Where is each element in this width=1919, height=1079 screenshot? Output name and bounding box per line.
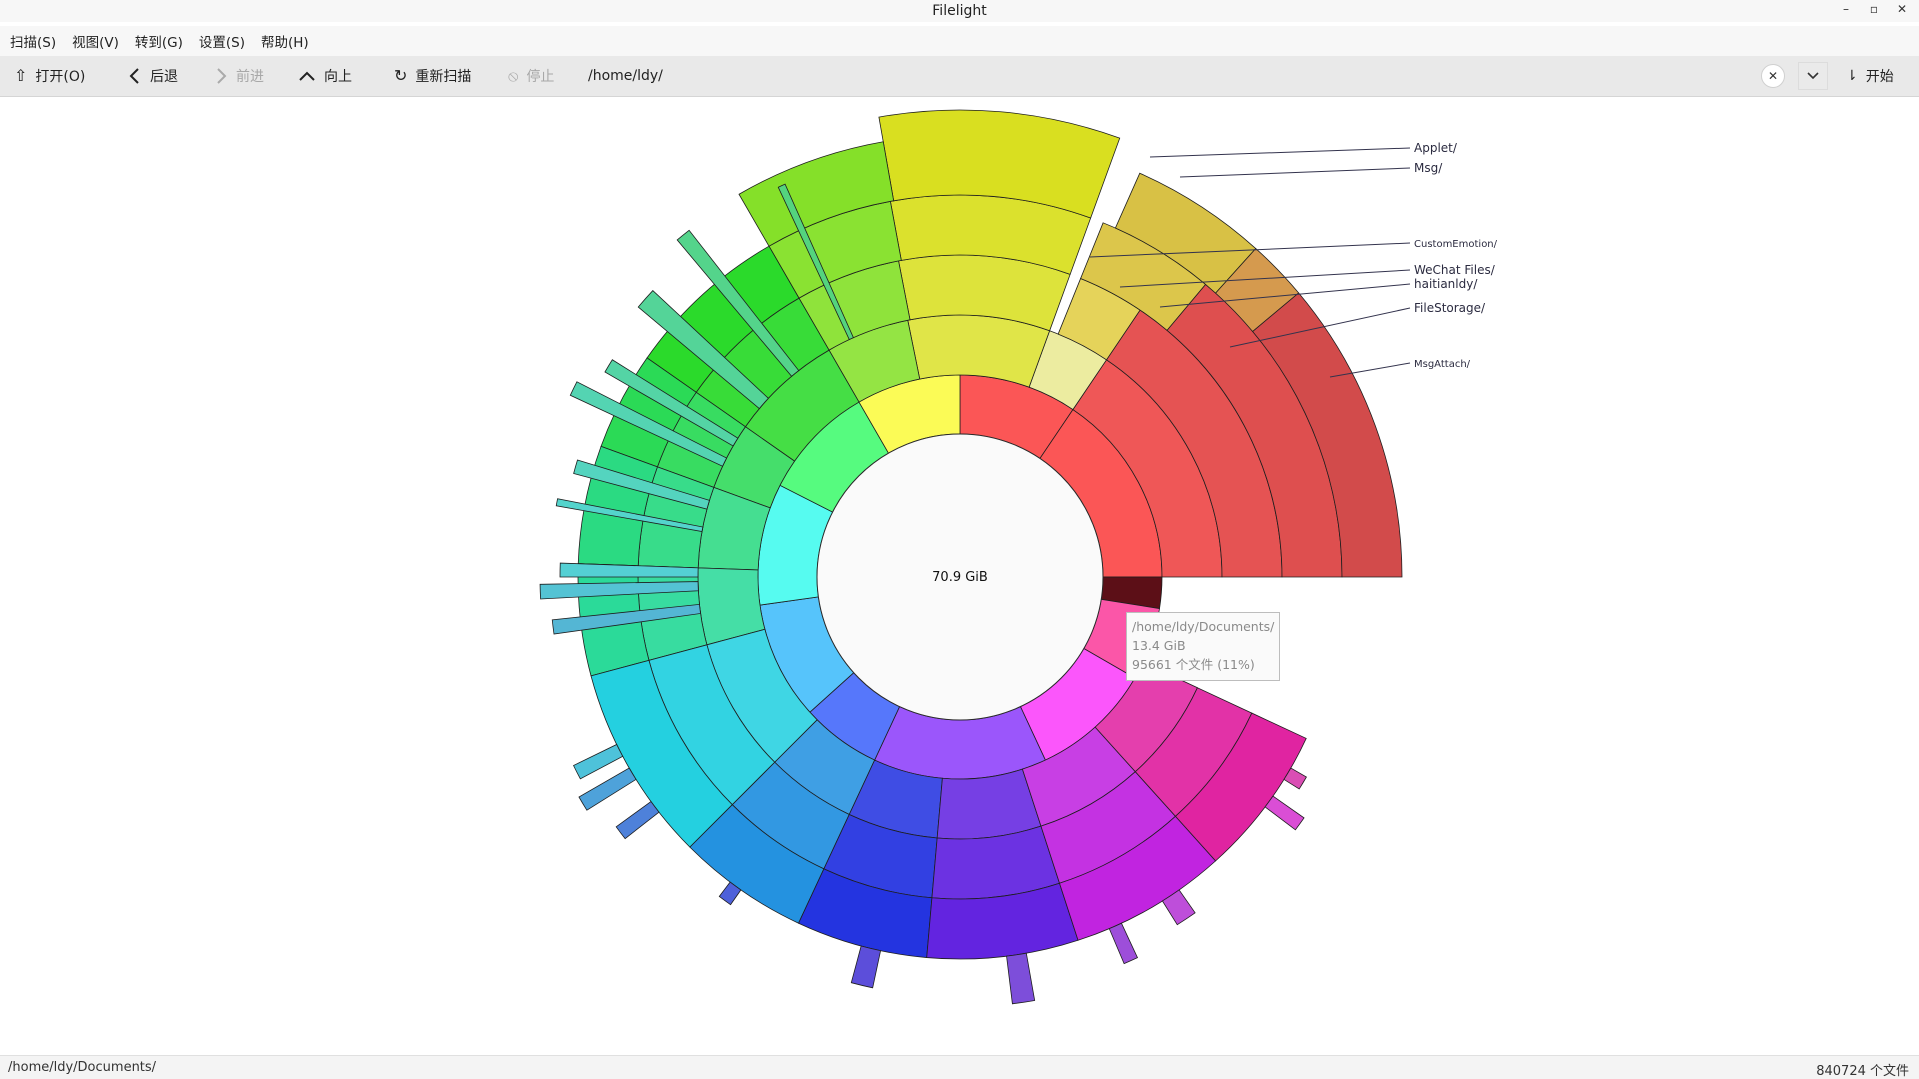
stop-label: 停止 [526, 69, 555, 85]
stop-icon: ⦸ [508, 66, 519, 85]
start-button[interactable]: ⇂ 开始 [1846, 56, 1894, 96]
start-label: 开始 [1865, 69, 1894, 85]
stop-button[interactable]: ⦸ 停止 [508, 56, 554, 96]
sunburst-segment-73[interactable] [1006, 952, 1036, 1005]
forward-label: 前进 [236, 69, 264, 85]
path-input[interactable]: /home/ldy/ [588, 56, 663, 96]
maximize-icon[interactable]: ▫ [1865, 2, 1883, 16]
chevron-down-icon [1807, 72, 1819, 80]
hover-tooltip: /home/ldy/Documents/ 13.4 GiB 95661 个文件 … [1126, 612, 1280, 681]
status-file-count: 840724 个文件 [1816, 1064, 1909, 1079]
up-button[interactable]: 向上 [298, 56, 352, 96]
sunburst-segment-72[interactable] [850, 945, 882, 989]
rescan-button[interactable]: ↻ 重新扫描 [394, 56, 471, 96]
tooltip-path: /home/ldy/Documents/ [1132, 619, 1275, 634]
up-label: 向上 [324, 69, 352, 85]
title-bar: Filelight – ▫ ✕ [0, 0, 1919, 22]
status-path: /home/ldy/Documents/ [8, 1060, 157, 1075]
close-icon: ✕ [1767, 69, 1779, 83]
menu-bar: 扫描(S) 视图(V) 转到(G) 设置(S) 帮助(H) [0, 26, 1919, 56]
sunburst-segment-76[interactable] [1264, 795, 1305, 831]
status-bar: /home/ldy/Documents/ 840724 个文件 [0, 1055, 1919, 1079]
menu-help[interactable]: 帮助(H) [261, 31, 309, 51]
chevron-right-icon [217, 68, 227, 84]
center-size-label: 70.9 GiB [932, 570, 988, 585]
callout-label-0: Applet/ [1414, 141, 1458, 155]
callout-label-6: MsgAttach/ [1414, 359, 1471, 370]
callout-line-0 [1149, 147, 1411, 158]
chevron-up-icon [299, 71, 315, 81]
window-title: Filelight [932, 3, 987, 19]
chevron-left-icon [129, 68, 139, 84]
tooltip-files: 95661 个文件 (11%) [1132, 657, 1255, 672]
callout-label-1: Msg/ [1414, 161, 1443, 175]
menu-scan[interactable]: 扫描(S) [10, 31, 56, 51]
back-button[interactable]: 后退 [128, 56, 178, 96]
back-label: 后退 [150, 69, 178, 85]
path-history-dropdown[interactable] [1798, 62, 1828, 90]
tooltip-size: 13.4 GiB [1132, 638, 1186, 653]
forward-button[interactable]: 前进 [214, 56, 264, 96]
sunburst-segment-70[interactable] [615, 800, 660, 840]
open-label: 打开(O) [35, 69, 86, 85]
window-controls: – ▫ ✕ [1837, 2, 1911, 16]
sunburst-segment-74[interactable] [1108, 922, 1139, 965]
radial-usage-map[interactable]: Applet/Msg/CustomEmotion/WeChat Files/ha… [0, 97, 1919, 1054]
menu-view[interactable]: 视图(V) [72, 31, 119, 51]
rescan-label: 重新扫描 [415, 69, 472, 85]
refresh-icon: ↻ [394, 66, 408, 85]
menu-settings[interactable]: 设置(S) [199, 31, 245, 51]
callout-line-1 [1179, 167, 1411, 178]
minimize-icon[interactable]: – [1837, 2, 1855, 16]
callout-label-5: FileStorage/ [1414, 301, 1486, 315]
sunburst-segment-59[interactable] [936, 768, 1042, 840]
upload-icon: ⇧ [14, 66, 28, 85]
open-button[interactable]: ⇧ 打开(O) [14, 56, 85, 96]
menu-goto[interactable]: 转到(G) [135, 31, 183, 51]
start-icon: ⇂ [1846, 68, 1858, 84]
toolbar: ⇧ 打开(O) 后退 前进 向上 ↻ 重新扫描 ⦸ 停止 /home/ldy/ [0, 56, 1919, 97]
filelight-radial-map: Applet/Msg/CustomEmotion/WeChat Files/ha… [0, 97, 1919, 1054]
callout-label-4: haitianldy/ [1414, 277, 1478, 291]
close-window-icon[interactable]: ✕ [1893, 2, 1911, 16]
clear-path-button[interactable]: ✕ [1761, 64, 1785, 88]
sunburst-segment-68[interactable] [572, 743, 624, 780]
callout-label-3: WeChat Files/ [1414, 263, 1496, 277]
callout-label-2: CustomEmotion/ [1414, 239, 1498, 250]
